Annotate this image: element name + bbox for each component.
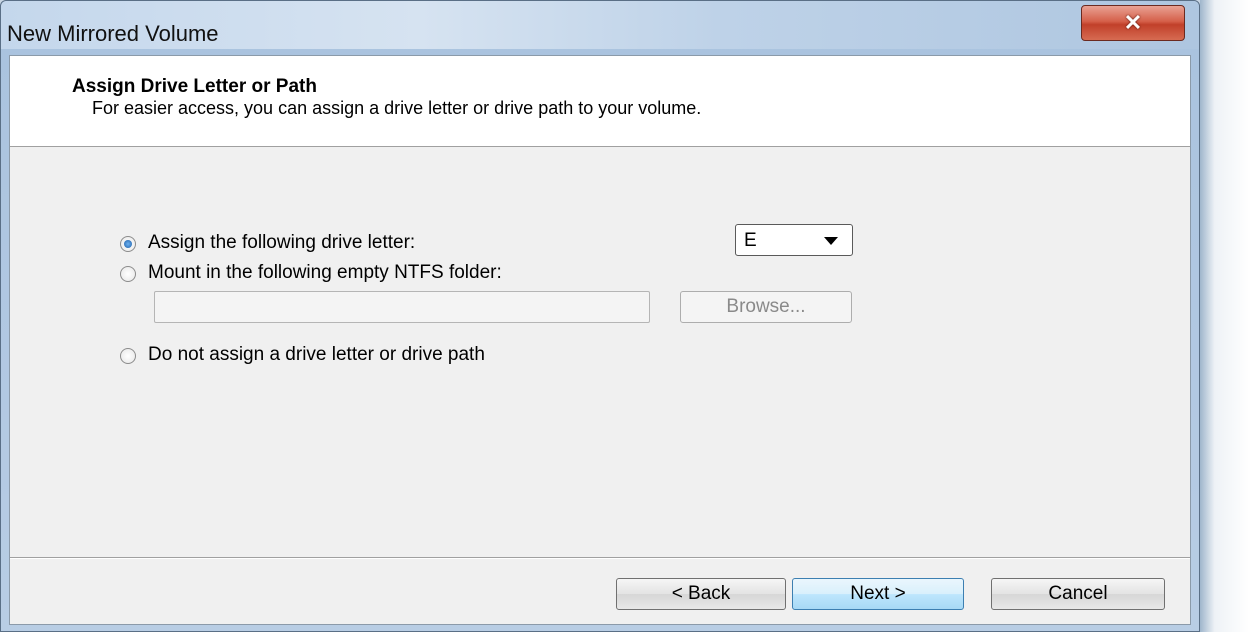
background-window-edge [1200,0,1249,632]
folder-path-field[interactable] [154,291,650,323]
title-bar[interactable]: New Mirrored Volume ✕ [1,1,1199,49]
wizard-header: Assign Drive Letter or Path For easier a… [10,56,1190,147]
back-button[interactable]: < Back [616,578,786,610]
close-button[interactable]: ✕ [1081,5,1185,41]
mount-folder-label[interactable]: Mount in the following empty NTFS folder… [148,262,502,284]
wizard-client-area: Assign Drive Letter or Path For easier a… [9,55,1191,625]
next-button[interactable]: Next > [792,578,964,610]
page-title: Assign Drive Letter or Path [72,76,317,97]
footer-divider [10,557,1190,559]
browse-button[interactable]: Browse... [680,291,852,323]
no-assign-label[interactable]: Do not assign a drive letter or drive pa… [148,344,485,366]
window-title: New Mirrored Volume [7,21,219,46]
assign-letter-radio[interactable] [120,236,136,252]
mount-folder-radio[interactable] [120,266,136,282]
wizard-window: New Mirrored Volume ✕ Assign Drive Lette… [0,0,1200,632]
drive-letter-select[interactable]: E [735,224,853,256]
chevron-down-icon [824,237,838,245]
no-assign-radio[interactable] [120,348,136,364]
close-icon: ✕ [1123,10,1143,35]
cancel-button[interactable]: Cancel [991,578,1165,610]
assign-letter-label[interactable]: Assign the following drive letter: [148,232,415,254]
drive-letter-value: E [744,230,757,251]
page-subtitle: For easier access, you can assign a driv… [92,98,702,118]
